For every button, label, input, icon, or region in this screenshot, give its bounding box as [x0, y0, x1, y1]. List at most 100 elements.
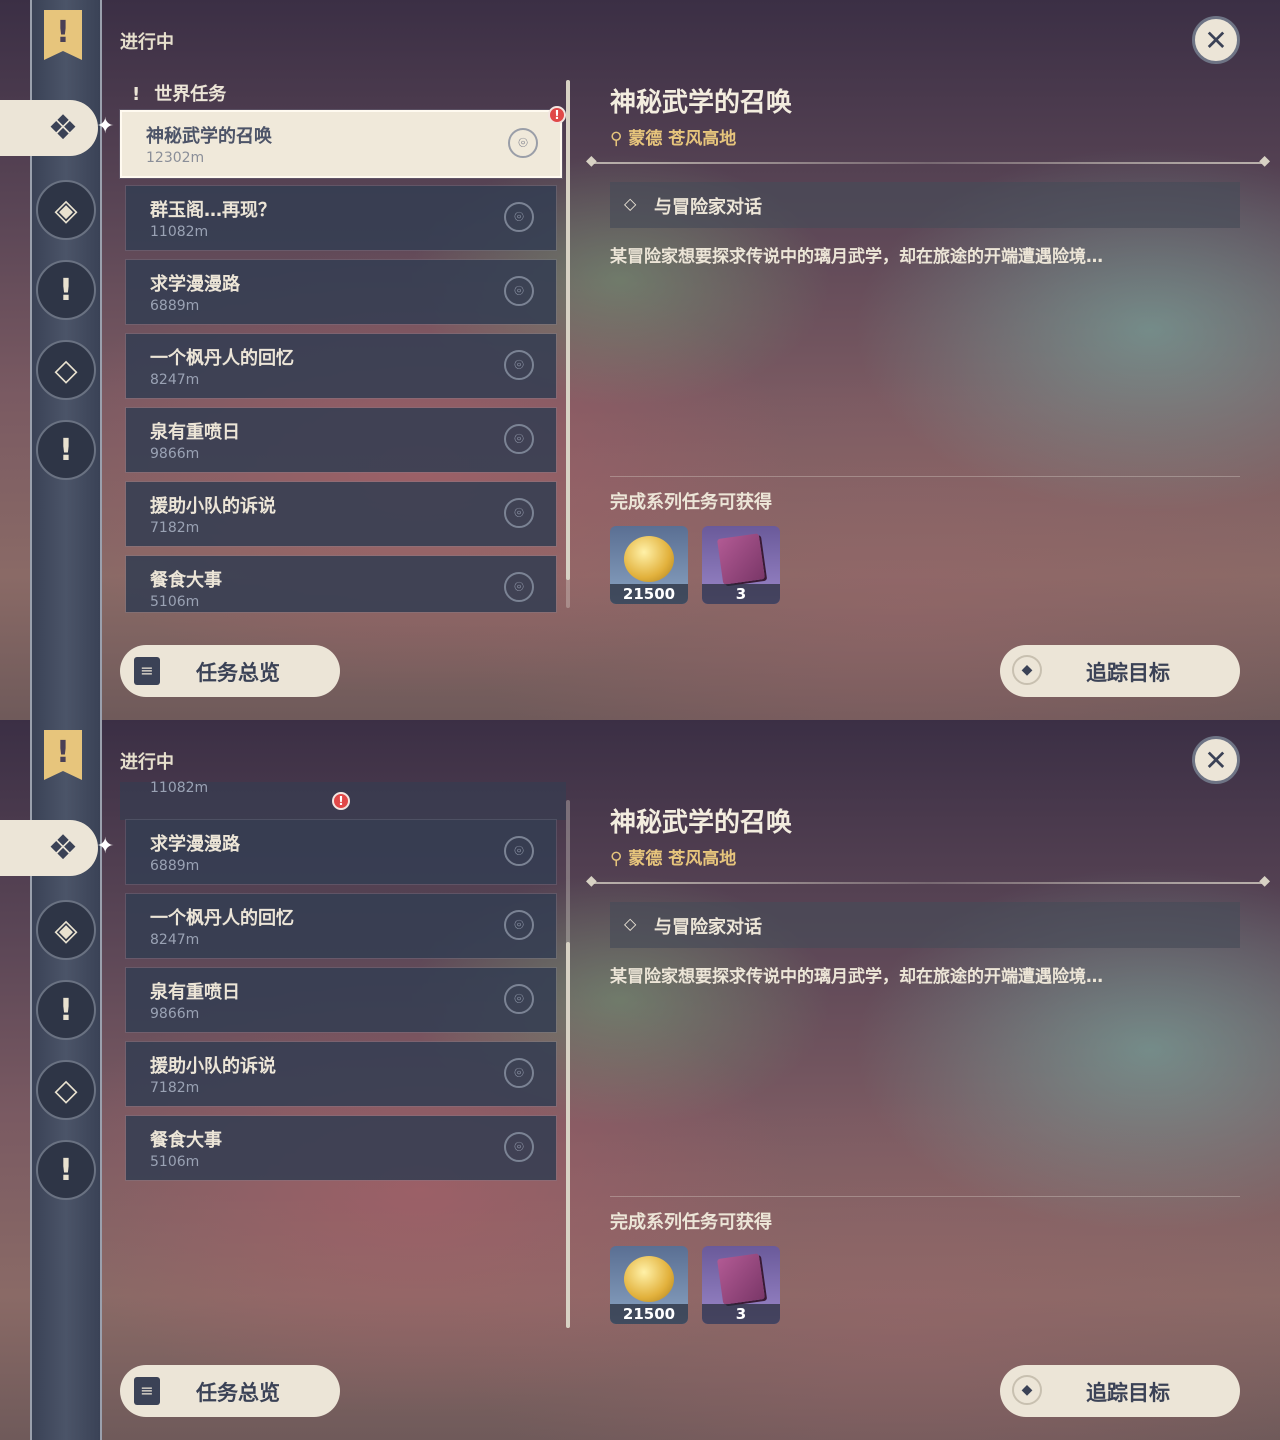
category-label: 世界任务	[154, 84, 227, 105]
quest-item[interactable]: 泉有重喷日 9866m ⌾	[126, 968, 556, 1032]
detail-title: 神秘武学的召唤	[610, 88, 793, 118]
quest-name: 一个枫丹人的回忆	[150, 908, 294, 929]
overview-label: 任务总览	[196, 661, 280, 685]
sidebar-item-all[interactable]: ❖	[0, 100, 98, 156]
location-pin-icon[interactable]: ⌾	[504, 836, 534, 866]
reward-mora[interactable]: 21500	[610, 1246, 688, 1324]
scrollbar-thumb[interactable]	[566, 80, 570, 580]
status-label: 进行中	[120, 752, 174, 773]
quest-distance: 5106m	[150, 594, 200, 610]
location-pin-icon[interactable]: ⌾	[504, 1058, 534, 1088]
location-pin-icon[interactable]: ⌾	[504, 350, 534, 380]
close-icon: ✕	[1204, 23, 1228, 57]
quest-item[interactable]: 泉有重喷日 9866m ⌾	[126, 408, 556, 472]
location-pin-icon[interactable]: ⌾	[504, 424, 534, 454]
quest-name: 神秘武学的召唤	[146, 126, 272, 147]
location-pin-icon[interactable]: ⌾	[504, 984, 534, 1014]
quest-name: 餐食大事	[150, 1130, 222, 1151]
quest-distance: 7182m	[150, 1080, 200, 1096]
commission-quest-icon: ◇	[54, 1072, 78, 1108]
quest-name: 援助小队的诉说	[150, 1056, 276, 1077]
map-pin-icon: ⚲	[610, 849, 629, 869]
quest-item[interactable]: 求学漫漫路 6889m ⌾	[126, 820, 556, 884]
reward-mora[interactable]: 21500	[610, 526, 688, 604]
overview-label: 任务总览	[196, 1381, 280, 1405]
quest-item[interactable]: 一个枫丹人的回忆 8247m ⌾	[126, 894, 556, 958]
track-button[interactable]: ◆ 追踪目标	[1000, 1365, 1240, 1417]
book-icon	[717, 1253, 765, 1305]
status-label: 进行中	[120, 32, 174, 53]
reward-count: 21500	[610, 1304, 688, 1324]
quest-name: 援助小队的诉说	[150, 496, 276, 517]
quest-item[interactable]: 一个枫丹人的回忆 8247m ⌾	[126, 334, 556, 398]
quest-distance: 6889m	[150, 298, 200, 314]
quest-distance: 12302m	[146, 150, 205, 166]
rewards-label: 完成系列任务可获得	[610, 1212, 772, 1233]
quest-overview-button[interactable]: ≡ 任务总览	[120, 1365, 340, 1417]
story-quest-icon: !	[59, 272, 73, 308]
quest-distance: 11082m	[150, 224, 209, 240]
track-diamond-icon: ◆	[1012, 1375, 1042, 1405]
quest-distance: 9866m	[150, 1006, 200, 1022]
quest-distance: 8247m	[150, 932, 200, 948]
divider	[610, 1196, 1240, 1197]
detail-location: ⚲ 蒙德 苍风高地	[610, 844, 736, 869]
location-pin-icon[interactable]: ⌾	[504, 572, 534, 602]
close-button[interactable]: ✕	[1192, 736, 1240, 784]
track-button[interactable]: ◆ 追踪目标	[1000, 645, 1240, 697]
objective-row: ◇ 与冒险家对话	[610, 902, 1240, 948]
world-quest-bang-icon: !	[132, 84, 141, 105]
quest-distance: 8247m	[150, 372, 200, 388]
commission-quest-icon: ◇	[54, 352, 78, 388]
reward-book[interactable]: 3	[702, 526, 780, 604]
sidebar-item-commission[interactable]: ◇	[36, 340, 96, 400]
location-pin-icon[interactable]: ⌾	[504, 910, 534, 940]
reward-count: 3	[702, 584, 780, 604]
location-pin-icon[interactable]: ⌾	[504, 202, 534, 232]
quest-name: 泉有重喷日	[150, 422, 240, 443]
reward-count: 21500	[610, 584, 688, 604]
reward-book[interactable]: 3	[702, 1246, 780, 1324]
rewards-label: 完成系列任务可获得	[610, 492, 772, 513]
sidebar-item-story[interactable]: !	[36, 980, 96, 1040]
sparkle-icon: ✦	[96, 114, 115, 139]
sidebar-item-world[interactable]: !	[36, 420, 96, 480]
quest-item[interactable]: 群玉阁…再现？ 11082m ⌾	[126, 186, 556, 250]
objective-diamond-icon: ◇	[624, 914, 637, 933]
scrollbar-thumb[interactable]	[566, 942, 570, 1328]
quest-item[interactable]: 援助小队的诉说 7182m ⌾	[126, 1042, 556, 1106]
track-diamond-icon: ◆	[1012, 655, 1042, 685]
location-text: 蒙德 苍风高地	[628, 129, 737, 149]
location-pin-icon[interactable]: ⌾	[508, 128, 538, 158]
sidebar-item-world[interactable]: !	[36, 1140, 96, 1200]
sidebar-item-commission[interactable]: ◇	[36, 1060, 96, 1120]
quest-distance: 9866m	[150, 446, 200, 462]
quest-distance: 7182m	[150, 520, 200, 536]
location-pin-icon[interactable]: ⌾	[504, 276, 534, 306]
sidebar-item-archon[interactable]: ◈	[36, 900, 96, 960]
quest-log-icon: ≡	[134, 1377, 160, 1405]
quest-overview-button[interactable]: ≡ 任务总览	[120, 645, 340, 697]
location-pin-icon[interactable]: ⌾	[504, 1132, 534, 1162]
quest-item-selected[interactable]: 神秘武学的召唤 12302m ⌾	[120, 110, 562, 178]
mora-coin-icon	[624, 1256, 674, 1302]
sidebar-item-all[interactable]: ❖	[0, 820, 98, 876]
location-pin-icon[interactable]: ⌾	[504, 498, 534, 528]
quest-item[interactable]: 援助小队的诉说 7182m ⌾	[126, 482, 556, 546]
objective-diamond-icon: ◇	[624, 194, 637, 213]
quest-name: 餐食大事	[150, 570, 222, 591]
quest-item[interactable]: 餐食大事 5106m ⌾	[126, 1116, 556, 1180]
quest-name: 泉有重喷日	[150, 982, 240, 1003]
reward-count: 3	[702, 1304, 780, 1324]
all-quests-icon: ❖	[47, 108, 79, 148]
archon-quest-icon: ◈	[54, 192, 78, 228]
close-button[interactable]: ✕	[1192, 16, 1240, 64]
quest-name: 求学漫漫路	[150, 274, 240, 295]
new-alert-badge: !	[548, 106, 566, 124]
quest-item[interactable]: 餐食大事 5106m ⌾	[126, 556, 556, 612]
quest-name: 求学漫漫路	[150, 834, 240, 855]
sidebar-item-archon[interactable]: ◈	[36, 180, 96, 240]
quest-item[interactable]: 求学漫漫路 6889m ⌾	[126, 260, 556, 324]
sidebar-item-story[interactable]: !	[36, 260, 96, 320]
world-quest-icon: !	[59, 432, 73, 468]
